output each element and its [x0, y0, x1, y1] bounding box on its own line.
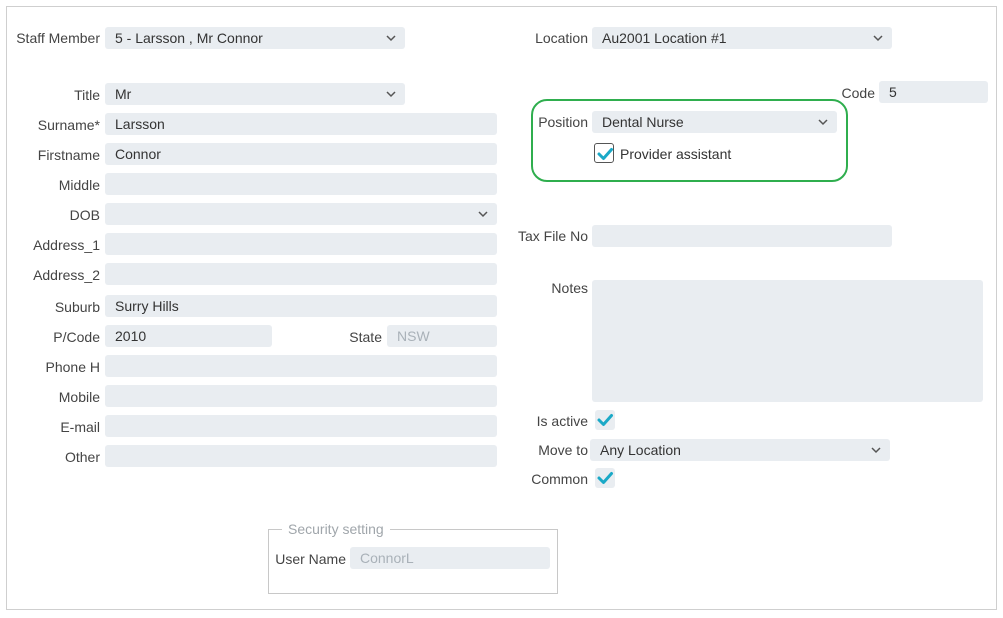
position-select[interactable]: Dental Nurse — [592, 111, 837, 133]
dob-label: DOB — [69, 207, 100, 223]
address1-label: Address_1 — [33, 237, 100, 253]
common-label: Common — [531, 471, 588, 487]
address1-field[interactable] — [105, 233, 497, 255]
dob-picker[interactable] — [105, 203, 497, 225]
mobile-field[interactable] — [105, 385, 497, 407]
state-label: State — [349, 329, 382, 345]
move-to-select[interactable]: Any Location — [590, 439, 890, 461]
location-select[interactable]: Au2001 Location #1 — [592, 27, 892, 49]
staff-member-value: 5 - Larsson , Mr Connor — [115, 30, 263, 46]
position-label: Position — [538, 114, 588, 130]
phone-h-field[interactable] — [105, 355, 497, 377]
staff-member-label: Staff Member — [16, 30, 100, 46]
position-value: Dental Nurse — [602, 114, 684, 130]
code-field[interactable]: 5 — [879, 81, 988, 103]
tax-file-no-label: Tax File No — [517, 228, 588, 244]
is-active-label: Is active — [536, 413, 588, 429]
middle-field[interactable] — [105, 173, 497, 195]
notes-label: Notes — [551, 280, 588, 296]
checkmark-icon — [597, 472, 613, 484]
surname-label: Surname* — [37, 117, 100, 133]
provider-assistant-label: Provider assistant — [620, 146, 732, 162]
suburb-label: Suburb — [54, 299, 100, 315]
move-to-label: Move to — [538, 442, 588, 458]
notes-textarea[interactable] — [592, 280, 983, 402]
pcode-field[interactable]: 2010 — [105, 325, 272, 347]
tax-file-no-field[interactable] — [592, 225, 892, 247]
security-legend: Security setting — [282, 521, 390, 537]
checkmark-icon — [597, 414, 613, 426]
email-field[interactable] — [105, 415, 497, 437]
state-field: NSW — [387, 325, 497, 347]
code-label: Code — [841, 85, 875, 101]
provider-assistant-checkbox[interactable] — [594, 143, 614, 163]
phone-h-label: Phone H — [45, 359, 100, 375]
other-label: Other — [64, 449, 100, 465]
location-label: Location — [535, 30, 588, 46]
firstname-field[interactable]: Connor — [105, 143, 497, 165]
pcode-label: P/Code — [53, 329, 100, 345]
location-value: Au2001 Location #1 — [602, 30, 727, 46]
move-to-value: Any Location — [600, 442, 681, 458]
title-select[interactable]: Mr — [105, 83, 405, 105]
checkmark-icon — [597, 148, 613, 160]
surname-field[interactable]: Larsson — [105, 113, 497, 135]
middle-label: Middle — [58, 177, 100, 193]
mobile-label: Mobile — [58, 389, 100, 405]
address2-label: Address_2 — [33, 267, 100, 283]
is-active-checkbox[interactable] — [595, 410, 615, 430]
staff-member-select[interactable]: 5 - Larsson , Mr Connor — [105, 27, 405, 49]
title-label: Title — [74, 87, 100, 103]
chevron-down-icon — [873, 35, 883, 42]
title-value: Mr — [115, 86, 132, 102]
common-checkbox[interactable] — [595, 468, 615, 488]
firstname-label: Firstname — [37, 147, 100, 163]
address2-field[interactable] — [105, 263, 497, 285]
suburb-field[interactable]: Surry Hills — [105, 295, 497, 317]
chevron-down-icon — [478, 211, 488, 218]
chevron-down-icon — [386, 91, 396, 98]
user-name-field: ConnorL — [350, 547, 550, 569]
chevron-down-icon — [386, 35, 396, 42]
chevron-down-icon — [818, 119, 828, 126]
email-label: E-mail — [60, 419, 100, 435]
user-name-label: User Name — [275, 551, 346, 567]
other-field[interactable] — [105, 445, 497, 467]
chevron-down-icon — [871, 447, 881, 454]
